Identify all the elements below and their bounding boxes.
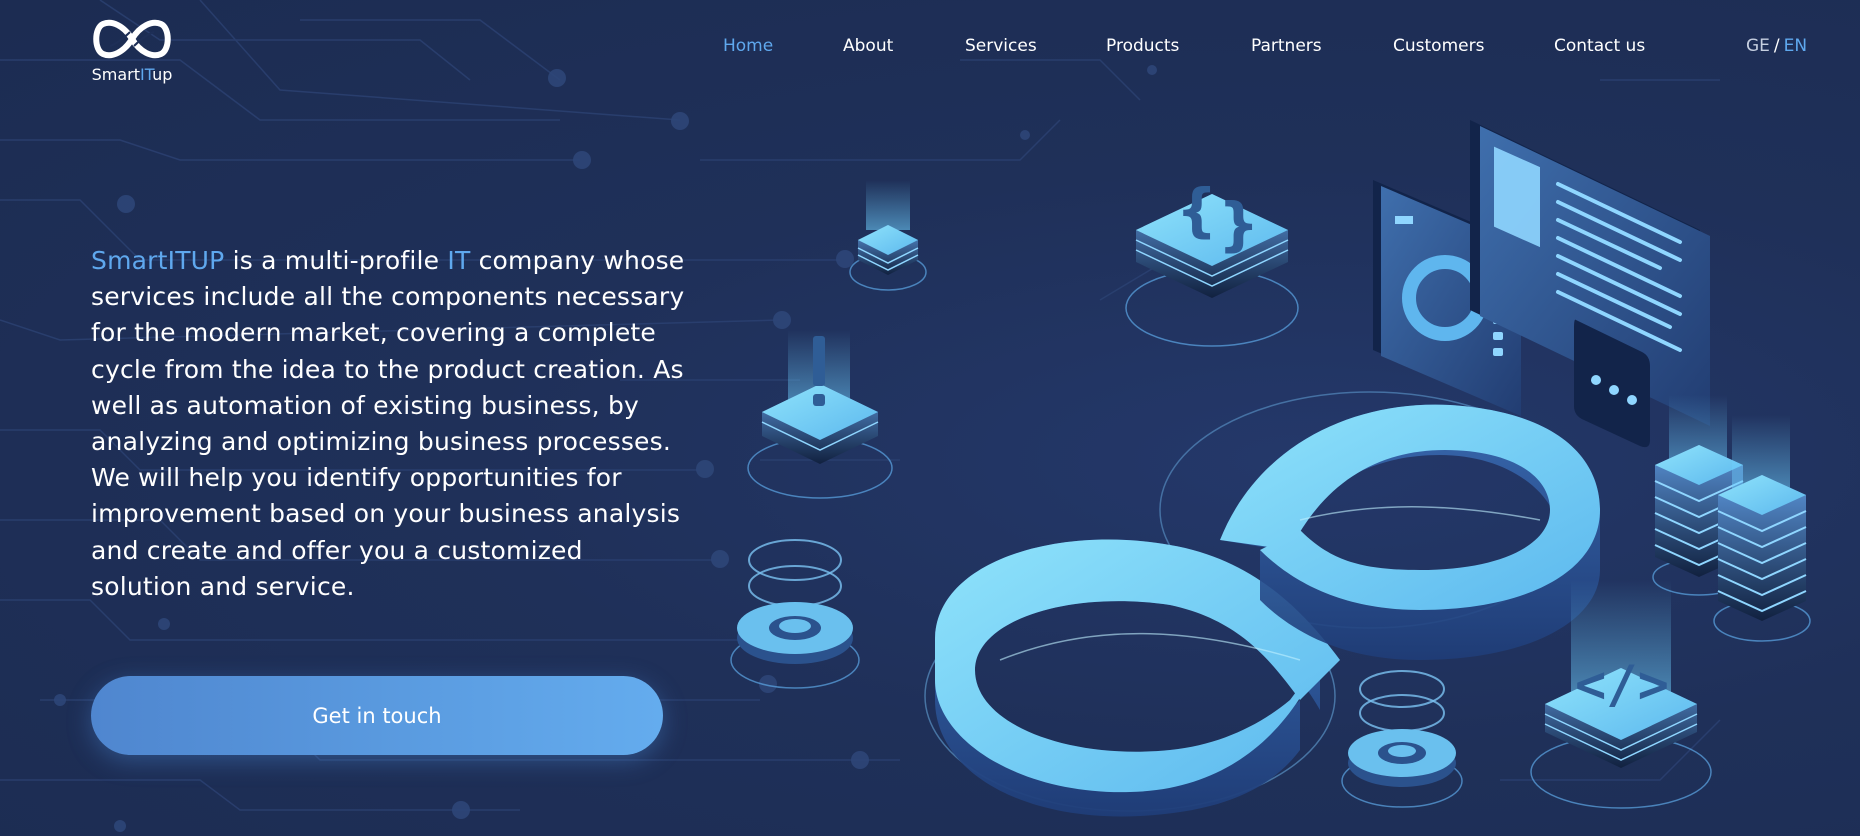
language-en[interactable]: EN bbox=[1784, 36, 1807, 56]
hero-illustration: { } </> bbox=[730, 120, 1811, 817]
get-in-touch-button[interactable]: Get in touch bbox=[91, 676, 663, 755]
nav-link-products[interactable]: Products bbox=[1106, 36, 1179, 56]
language-ge[interactable]: GE bbox=[1746, 36, 1770, 56]
logo-text-prefix: Smart bbox=[91, 65, 141, 84]
logo-text: SmartITup bbox=[90, 65, 174, 84]
nav-link-services[interactable]: Services bbox=[965, 36, 1037, 56]
nav-link-partners[interactable]: Partners bbox=[1251, 36, 1322, 56]
svg-text:</>: </> bbox=[1575, 655, 1669, 715]
logo-text-highlight: IT bbox=[140, 65, 153, 84]
hero-it: IT bbox=[447, 246, 471, 275]
nav-link-home[interactable]: Home bbox=[723, 36, 773, 56]
logo-text-suffix: up bbox=[152, 65, 173, 84]
nav-link-about[interactable]: About bbox=[843, 36, 893, 56]
logo[interactable]: SmartITup bbox=[90, 16, 174, 86]
server-stack-icon bbox=[1713, 415, 1811, 642]
infinity-3d-icon bbox=[924, 391, 1600, 817]
language-separator: / bbox=[1773, 36, 1780, 56]
code-braces-icon: { } bbox=[1125, 176, 1299, 347]
language-switcher: GE / EN bbox=[1746, 36, 1807, 56]
database-icon bbox=[849, 180, 927, 291]
infinity-icon bbox=[93, 19, 171, 59]
svg-text:{: { bbox=[1176, 176, 1217, 244]
gear-icon bbox=[1341, 670, 1463, 808]
page: SmartITup Home About Services Products P… bbox=[0, 0, 1860, 836]
hero-brand: SmartITUP bbox=[91, 246, 225, 275]
hero-text-part-2: company whose services include all the c… bbox=[91, 246, 685, 601]
exclamation-icon bbox=[747, 330, 893, 499]
hero-text-part-1: is a multi-profile bbox=[224, 246, 448, 275]
svg-text:}: } bbox=[1218, 190, 1259, 258]
hero-description: SmartITUP is a multi-profile IT company … bbox=[91, 243, 691, 605]
nav-link-contact-us[interactable]: Contact us bbox=[1554, 36, 1645, 56]
gear-icon bbox=[730, 539, 860, 689]
nav-link-customers[interactable]: Customers bbox=[1393, 36, 1484, 56]
